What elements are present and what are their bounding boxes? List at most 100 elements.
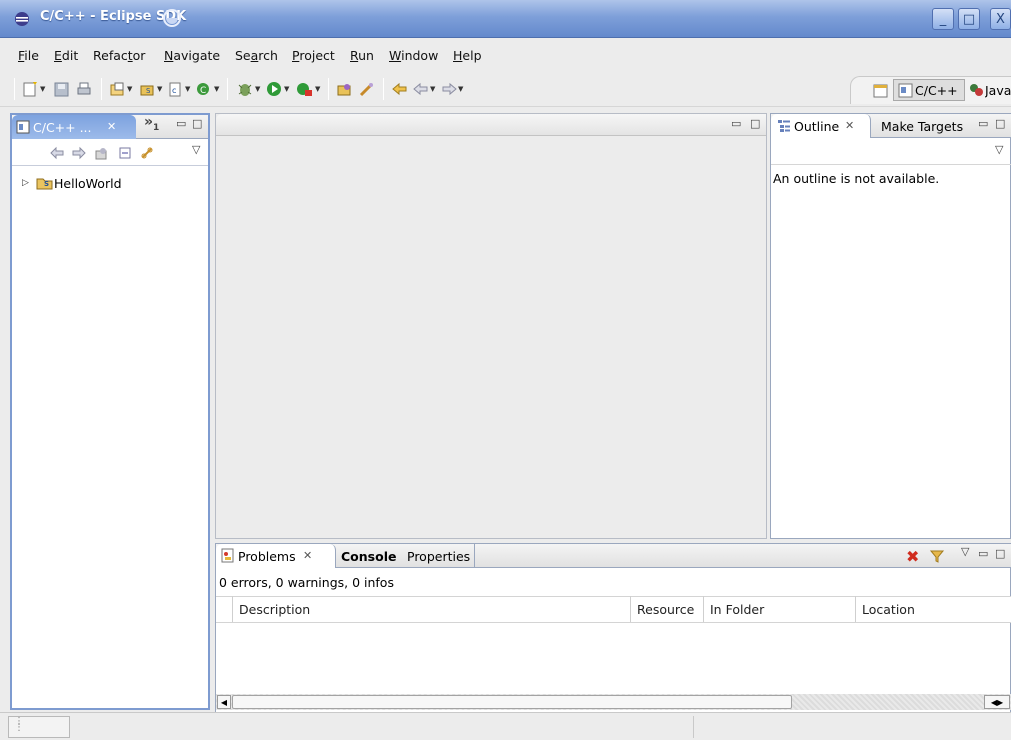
project-folder-icon: S xyxy=(36,178,53,190)
menu-project[interactable]: Project xyxy=(292,48,335,63)
problems-maximize-icon[interactable]: □ xyxy=(995,547,1005,560)
debug-icon[interactable] xyxy=(236,81,254,97)
grip-icon[interactable]: ⋮ ⋮ xyxy=(14,717,24,733)
java-perspective-icon[interactable] xyxy=(968,82,984,98)
view-menu-icon[interactable]: ▽ xyxy=(995,143,1003,156)
new-dropdown-icon[interactable]: ▼ xyxy=(40,85,45,93)
filter-icon[interactable] xyxy=(929,548,945,564)
menu-navigate[interactable]: Navigate xyxy=(164,48,220,63)
perspective-java-label[interactable]: Java xyxy=(985,83,1011,98)
new-source-file-icon[interactable]: c xyxy=(167,81,185,97)
scrollbar-thumb[interactable] xyxy=(232,695,792,709)
cpp-projects-icon xyxy=(16,120,30,134)
back-dropdown-icon[interactable]: ▼ xyxy=(430,85,435,93)
new-wizard-icon[interactable] xyxy=(22,81,40,97)
tab-project-explorer[interactable]: C/C++ ... ✕ xyxy=(12,115,136,139)
external-tools-dropdown-icon[interactable]: ▼ xyxy=(315,85,320,93)
minimize-button[interactable]: _ xyxy=(932,8,954,30)
outline-maximize-icon[interactable]: □ xyxy=(995,117,1005,130)
external-tools-icon[interactable] xyxy=(296,81,314,97)
tab-outline[interactable]: Outline ✕ xyxy=(771,114,871,138)
svg-text:c: c xyxy=(172,86,176,95)
delete-icon[interactable]: ✖ xyxy=(906,547,919,566)
menu-file[interactable]: File xyxy=(18,48,39,63)
collapse-all-icon[interactable] xyxy=(118,146,132,160)
back-icon[interactable] xyxy=(412,81,430,97)
link-with-editor-icon[interactable] xyxy=(140,146,154,160)
tab-make-targets[interactable]: Make Targets xyxy=(881,119,963,134)
problems-icon xyxy=(221,548,234,563)
editor-maximize-icon[interactable]: □ xyxy=(750,117,760,130)
divider xyxy=(474,544,475,568)
expand-arrow-icon[interactable]: ▷ xyxy=(22,178,29,188)
column-header-resource[interactable]: Resource xyxy=(631,596,704,622)
perspective-cpp-button[interactable]: C/C++ xyxy=(893,79,965,101)
problems-minimize-icon[interactable]: ▭ xyxy=(978,547,988,560)
project-explorer-panel xyxy=(10,113,210,710)
tab-problems[interactable]: Problems ✕ xyxy=(216,544,336,568)
forward-icon[interactable] xyxy=(440,81,458,97)
menu-search[interactable]: Search xyxy=(235,48,278,63)
perspective-cpp-label: C/C++ xyxy=(915,83,958,98)
last-edit-icon[interactable] xyxy=(391,81,409,97)
view-overflow-icon[interactable]: »1 xyxy=(144,114,159,133)
run-icon[interactable] xyxy=(266,81,284,97)
tree-item-helloworld[interactable]: HelloWorld xyxy=(54,176,122,191)
save-icon[interactable] xyxy=(53,81,71,97)
menu-window[interactable]: Window xyxy=(389,48,438,63)
toolbar-separator xyxy=(383,78,384,100)
forward-dropdown-icon[interactable]: ▼ xyxy=(458,85,463,93)
divider xyxy=(693,716,694,738)
scroll-left-icon[interactable]: ◀ xyxy=(217,695,231,709)
outline-minimize-icon[interactable]: ▭ xyxy=(978,117,988,130)
view-menu-icon[interactable]: ▽ xyxy=(192,143,200,156)
svg-text:S: S xyxy=(44,180,49,188)
menu-edit[interactable]: Edit xyxy=(54,48,78,63)
close-tab-icon[interactable]: ✕ xyxy=(303,549,312,562)
status-bar xyxy=(0,712,1011,740)
column-header-description[interactable]: Description xyxy=(233,596,631,622)
new-project-dropdown-icon[interactable]: ▼ xyxy=(127,85,132,93)
table-column-icon[interactable] xyxy=(216,596,233,622)
close-button[interactable]: X xyxy=(990,8,1011,30)
view-menu-icon[interactable]: ▽ xyxy=(961,545,969,558)
run-dropdown-icon[interactable]: ▼ xyxy=(284,85,289,93)
editor-tabstrip xyxy=(216,114,766,136)
project-explorer-tab-label: C/C++ ... xyxy=(33,120,92,135)
back-nav-icon[interactable] xyxy=(50,146,64,160)
forward-nav-icon[interactable] xyxy=(72,146,86,160)
new-class-dropdown-icon[interactable]: ▼ xyxy=(214,85,219,93)
minimize-view-icon[interactable]: ▭ xyxy=(176,117,186,130)
new-folder-dropdown-icon[interactable]: ▼ xyxy=(157,85,162,93)
scroll-right-icon[interactable]: ◀▶ xyxy=(984,695,1010,709)
new-project-icon[interactable] xyxy=(109,81,127,97)
column-header-in-folder[interactable]: In Folder xyxy=(704,596,856,622)
search-icon[interactable] xyxy=(358,81,376,97)
fast-view-bar[interactable]: ⋮ ⋮ xyxy=(8,716,70,738)
open-perspective-icon[interactable] xyxy=(873,83,889,99)
debug-dropdown-icon[interactable]: ▼ xyxy=(255,85,260,93)
maximize-view-icon[interactable]: □ xyxy=(192,117,202,130)
menu-run[interactable]: Run xyxy=(350,48,374,63)
new-folder-icon[interactable]: S xyxy=(139,81,157,97)
close-tab-icon[interactable]: ✕ xyxy=(845,119,854,132)
title-bar[interactable]: C/C++ - Eclipse SDK _ □ X xyxy=(0,0,1011,38)
menu-help[interactable]: Help xyxy=(453,48,482,63)
new-class-icon[interactable]: C xyxy=(195,81,213,97)
tab-properties[interactable]: Properties xyxy=(407,549,470,564)
toolbar-separator xyxy=(227,78,228,100)
print-icon[interactable] xyxy=(75,81,93,97)
close-tab-icon[interactable]: ✕ xyxy=(107,120,116,133)
menu-bar xyxy=(0,38,1011,68)
divider xyxy=(771,164,1011,165)
editor-minimize-icon[interactable]: ▭ xyxy=(731,117,741,130)
column-header-location[interactable]: Location xyxy=(856,596,1011,622)
outline-tab-label: Outline xyxy=(794,119,840,134)
menu-refactor[interactable]: Refactor xyxy=(93,48,145,63)
new-source-dropdown-icon[interactable]: ▼ xyxy=(185,85,190,93)
open-type-icon[interactable] xyxy=(336,81,354,97)
tab-console[interactable]: Console xyxy=(341,549,396,564)
maximize-button[interactable]: □ xyxy=(958,8,980,30)
up-icon[interactable] xyxy=(94,146,108,160)
toolbar-separator xyxy=(328,78,329,100)
